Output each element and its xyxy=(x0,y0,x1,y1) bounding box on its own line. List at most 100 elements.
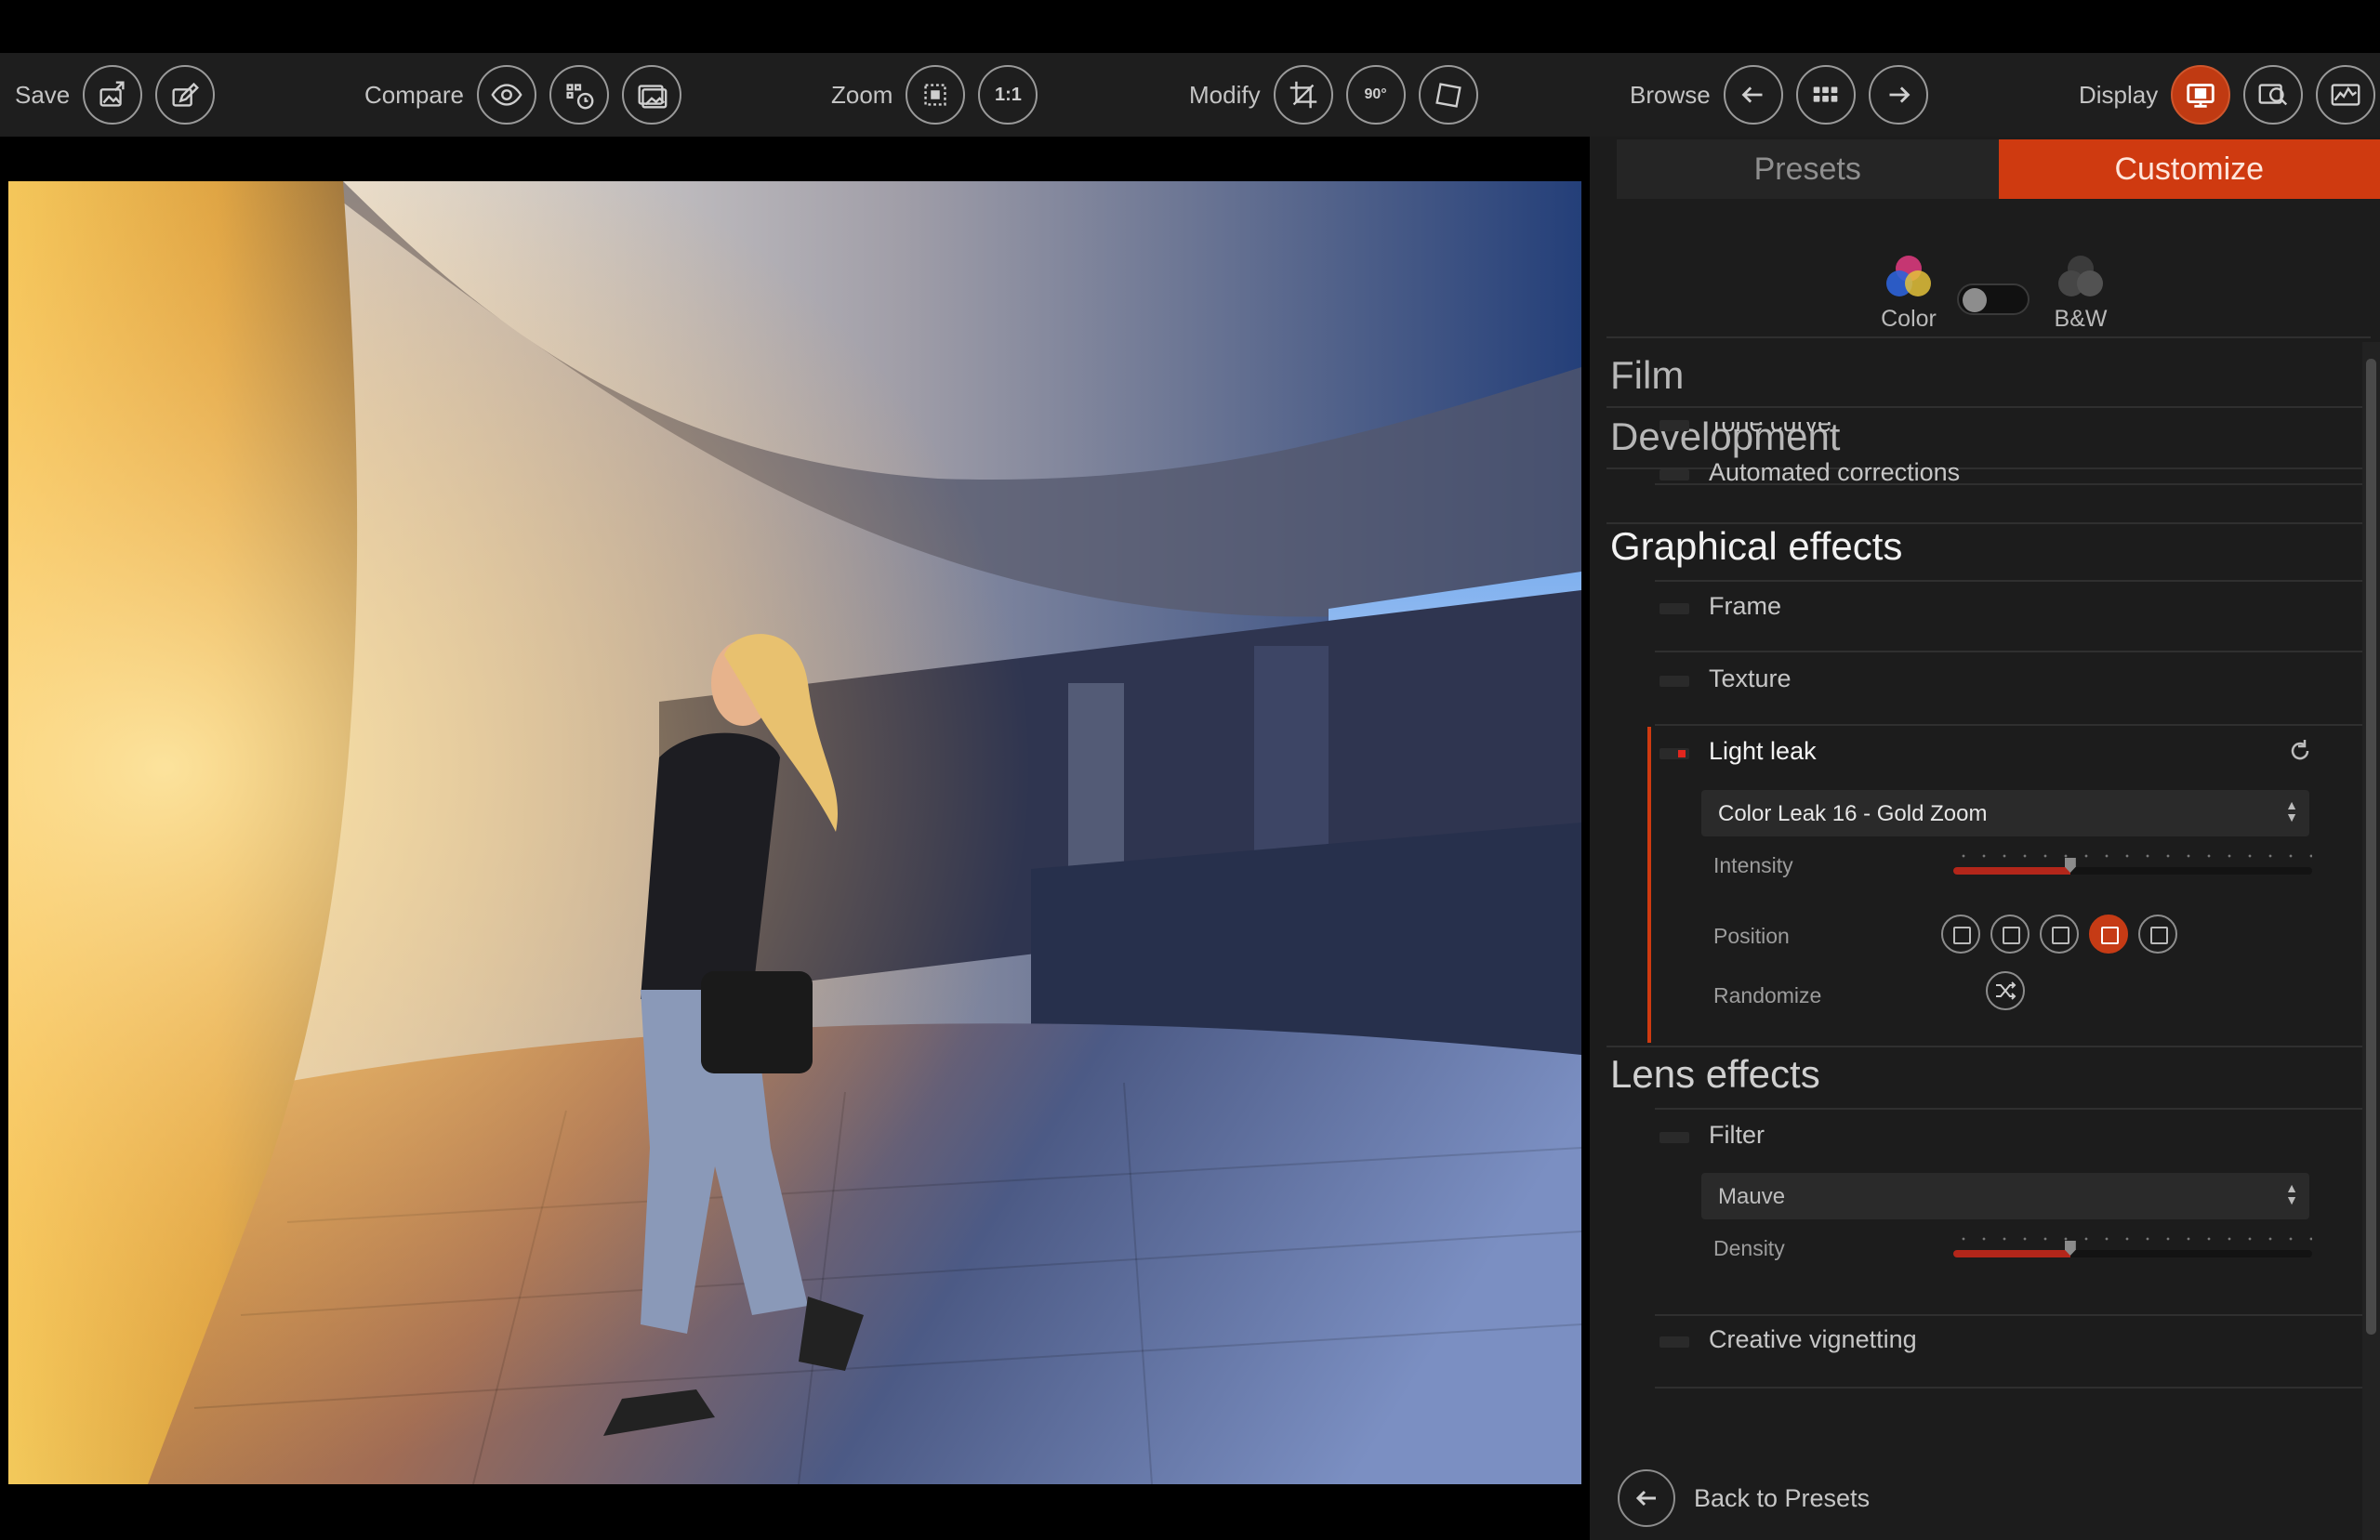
compare-image-button[interactable] xyxy=(621,65,681,125)
compare-label: Compare xyxy=(364,80,464,109)
color-mode-label: Color xyxy=(1881,306,1937,332)
monitor-icon xyxy=(2187,84,2215,108)
divider xyxy=(1655,651,2371,652)
tab-presets[interactable]: Presets xyxy=(1617,139,1999,199)
divider xyxy=(1655,724,2371,726)
straighten-icon xyxy=(1435,83,1461,108)
light-leak-preset-value: Color Leak 16 - Gold Zoom xyxy=(1718,801,1988,826)
display-group: Display xyxy=(2079,53,2376,137)
display-histogram-button[interactable] xyxy=(2316,65,2376,125)
display-loupe-button[interactable] xyxy=(2243,65,2304,125)
divider xyxy=(1606,406,2371,408)
reset-icon[interactable] xyxy=(2287,738,2313,764)
zoom-fit-icon xyxy=(924,84,947,106)
crop-icon xyxy=(1289,81,1316,109)
display-label: Display xyxy=(2079,80,2159,109)
divider xyxy=(1655,1108,2371,1110)
zoom-actual-size-button[interactable]: 1:1 xyxy=(978,65,1038,125)
arrow-left-icon xyxy=(1741,86,1763,103)
bw-mode-option[interactable]: B&W xyxy=(2052,250,2109,333)
select-arrows-icon: ▲ ▼ xyxy=(2285,1180,2298,1207)
previous-image-button[interactable] xyxy=(1723,65,1783,125)
edit-external-button[interactable] xyxy=(155,65,216,125)
position-center-button[interactable] xyxy=(1941,915,1980,954)
section-lens-effects[interactable]: Lens effects xyxy=(1606,1052,2371,1097)
section-film[interactable]: Film xyxy=(1606,353,2371,398)
density-label: Density xyxy=(1713,1236,1785,1260)
tone-curve-led[interactable] xyxy=(1659,420,1689,431)
divider xyxy=(1655,580,2371,582)
position-right-button[interactable] xyxy=(2089,915,2128,954)
edited-photo[interactable] xyxy=(8,181,1581,1484)
back-to-presets-button[interactable]: Back to Presets xyxy=(1618,1466,1870,1531)
position-top-button[interactable] xyxy=(2040,915,2079,954)
zoom-label: Zoom xyxy=(831,80,893,109)
zoom-group: Zoom 1:1 xyxy=(831,53,1038,137)
filter-preset-value: Mauve xyxy=(1718,1184,1786,1209)
color-bw-toggle[interactable] xyxy=(1957,283,2030,315)
display-monitor-button[interactable] xyxy=(2171,65,2231,125)
slider-ticks xyxy=(1953,1234,2312,1244)
compare-eye-button[interactable] xyxy=(476,65,536,125)
photo-illustration xyxy=(8,181,1581,1484)
next-image-button[interactable] xyxy=(1868,65,1928,125)
tab-customize[interactable]: Customize xyxy=(1998,139,2380,199)
grid-view-button[interactable] xyxy=(1795,65,1856,125)
edit-external-icon xyxy=(172,82,200,107)
bw-circles-icon xyxy=(2058,256,2103,296)
zoom-actual-size-text: 1:1 xyxy=(995,84,1022,105)
straighten-button[interactable] xyxy=(1418,65,1478,125)
slider-ticks xyxy=(1953,851,2312,861)
arrow-right-icon xyxy=(1889,86,1911,103)
color-mode-option[interactable]: Color xyxy=(1880,250,1937,333)
position-bottom-button[interactable] xyxy=(2138,915,2177,954)
divider xyxy=(1655,1314,2371,1316)
customize-panel: Presets Customize Color B&W Film Develop… xyxy=(1590,137,2380,1540)
zoom-fit-button[interactable] xyxy=(906,65,966,125)
filter-led[interactable] xyxy=(1659,1132,1689,1143)
light-leak-active-bar xyxy=(1647,727,1651,1043)
frame-led[interactable] xyxy=(1659,603,1689,614)
light-leak-led[interactable] xyxy=(1659,748,1689,759)
density-slider[interactable] xyxy=(1953,1232,2312,1260)
automated-corrections-label: Automated corrections xyxy=(1709,458,1961,486)
divider xyxy=(1606,1046,2371,1047)
bw-mode-label: B&W xyxy=(2054,306,2108,332)
randomize-button[interactable] xyxy=(1986,971,2025,1010)
filter-preset-select[interactable]: Mauve ▲ ▼ xyxy=(1701,1173,2309,1219)
intensity-label: Intensity xyxy=(1713,853,1793,877)
position-left-button[interactable] xyxy=(1990,915,2030,954)
save-label: Save xyxy=(15,80,71,109)
select-arrows-icon: ▲ ▼ xyxy=(2285,797,2298,824)
intensity-slider[interactable] xyxy=(1953,849,2312,877)
divider xyxy=(1655,1387,2371,1389)
texture-led[interactable] xyxy=(1659,676,1689,687)
filter-label: Filter xyxy=(1709,1121,1765,1149)
settings-list: Film Development Tone curve Automated co… xyxy=(1606,336,2371,1540)
creative-vignetting-led[interactable] xyxy=(1659,1336,1689,1348)
browse-group: Browse xyxy=(1630,53,1928,137)
creative-vignetting-label: Creative vignetting xyxy=(1709,1325,1917,1353)
loupe-icon xyxy=(2258,84,2288,106)
color-circles-icon xyxy=(1886,256,1931,296)
export-image-button[interactable] xyxy=(83,65,143,125)
panel-tabs: Presets Customize xyxy=(1617,139,2380,199)
rotate-button[interactable]: 90° xyxy=(1345,65,1406,125)
export-image-icon xyxy=(99,81,125,107)
slider-fill xyxy=(1953,1250,2070,1257)
grid-icon xyxy=(1813,86,1838,102)
scrollbar-thumb[interactable] xyxy=(2366,359,2376,1335)
back-to-presets-label: Back to Presets xyxy=(1694,1483,1871,1512)
panel-scrollbar[interactable] xyxy=(2362,342,2380,1540)
light-leak-preset-select[interactable]: Color Leak 16 - Gold Zoom ▲ ▼ xyxy=(1701,790,2309,836)
image-canvas[interactable] xyxy=(0,137,1590,1540)
toolbar: Save Compare Zoom 1:1 Modify 90° Browse … xyxy=(0,53,2380,137)
modify-label: Modify xyxy=(1189,80,1261,109)
compare-split-icon xyxy=(566,84,594,110)
rotate-text: 90° xyxy=(1364,86,1387,102)
compare-split-button[interactable] xyxy=(549,65,609,125)
automated-corrections-led[interactable] xyxy=(1659,469,1689,480)
crop-button[interactable] xyxy=(1273,65,1333,125)
section-graphical-effects[interactable]: Graphical effects xyxy=(1606,524,2371,569)
light-leak-label: Light leak xyxy=(1709,737,1817,765)
